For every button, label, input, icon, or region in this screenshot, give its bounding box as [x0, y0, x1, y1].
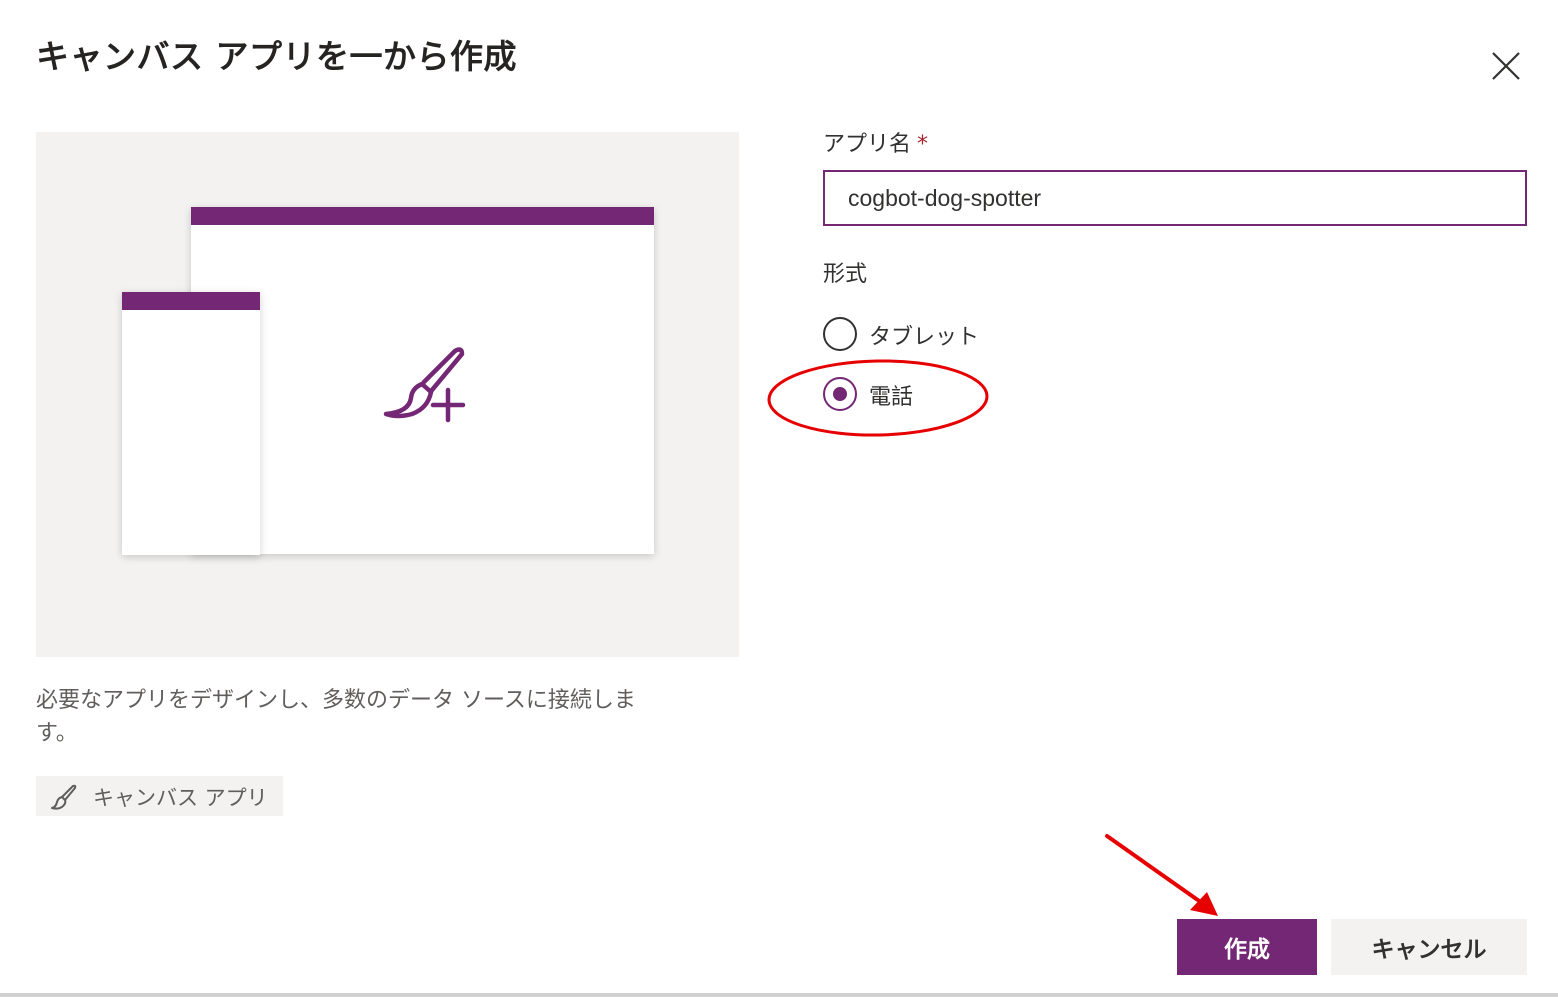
- paintbrush-icon: [51, 784, 77, 810]
- paintbrush-add-icon: [383, 347, 466, 423]
- phone-frame-header: [122, 292, 260, 310]
- canvas-app-tag: キャンバス アプリ: [36, 776, 283, 816]
- arrow-annotation: [1105, 834, 1218, 916]
- description-text: 必要なアプリをデザインし、多数のデータ ソースに接続します。: [36, 688, 636, 746]
- app-name-label: アプリ名 *: [823, 126, 928, 158]
- format-label: 形式: [823, 262, 868, 287]
- required-marker: *: [917, 132, 929, 157]
- close-icon: [1492, 52, 1520, 80]
- highlight-ellipse-annotation: [767, 359, 989, 437]
- bottom-divider: [0, 993, 1558, 997]
- radio-tablet[interactable]: [823, 317, 857, 351]
- phone-frame: [122, 292, 260, 555]
- app-name-input[interactable]: [823, 170, 1527, 226]
- tag-label: キャンバス アプリ: [93, 786, 268, 810]
- tablet-frame-header: [191, 207, 654, 225]
- app-name-label-text: アプリ名: [823, 132, 912, 157]
- preview-illustration: [36, 132, 739, 657]
- create-button[interactable]: 作成: [1177, 919, 1317, 975]
- dialog-title: キャンバス アプリを一から作成: [36, 37, 517, 76]
- format-option-tablet-label: タブレット: [869, 325, 980, 350]
- cancel-button[interactable]: キャンセル: [1331, 919, 1527, 975]
- format-option-tablet[interactable]: タブレット: [823, 317, 1023, 353]
- close-button[interactable]: [1484, 44, 1528, 88]
